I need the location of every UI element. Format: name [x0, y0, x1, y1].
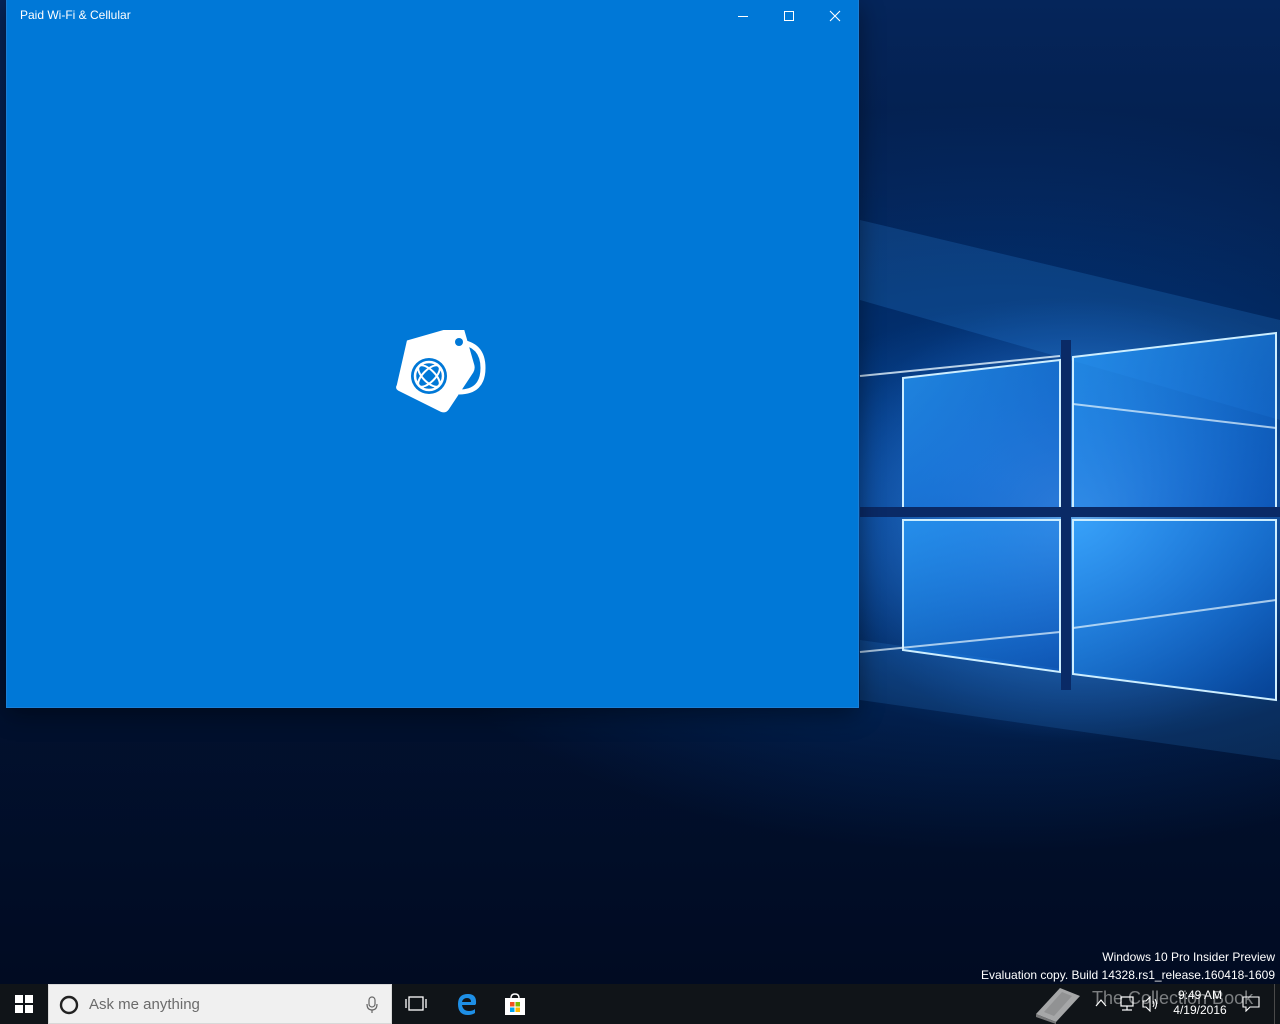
close-button[interactable]: [812, 0, 858, 31]
start-button[interactable]: [0, 984, 48, 1024]
minimize-icon: [738, 15, 748, 17]
windows-logo-icon: [15, 995, 33, 1013]
microphone-icon[interactable]: [365, 996, 379, 1014]
cortana-icon: [59, 995, 79, 1015]
title-bar[interactable]: Paid Wi-Fi & Cellular: [7, 0, 858, 31]
search-box[interactable]: Ask me anything: [48, 984, 392, 1024]
edge-icon: [458, 994, 477, 1015]
book-logo-icon: [1036, 988, 1080, 1024]
action-center-icon[interactable]: [1242, 996, 1260, 1012]
chevron-up-icon[interactable]: [1094, 996, 1108, 1010]
show-desktop-button[interactable]: [1274, 984, 1280, 1024]
edge-button[interactable]: [443, 984, 491, 1024]
task-view-button[interactable]: [392, 984, 440, 1024]
window-title: Paid Wi-Fi & Cellular: [20, 8, 131, 22]
minimize-button[interactable]: [720, 0, 766, 31]
maximize-icon: [784, 10, 794, 21]
close-icon: [829, 10, 841, 21]
clock[interactable]: 9:49 AM 4/19/2016: [1166, 988, 1234, 1018]
watermark-edition: Windows 10 Pro Insider Preview: [1102, 950, 1275, 964]
task-view-icon: [405, 996, 427, 1011]
taskbar: Ask me anything The Collection Book 9:49…: [0, 984, 1280, 1024]
network-icon[interactable]: [1118, 996, 1136, 1012]
clock-time: 9:49 AM: [1177, 988, 1223, 1002]
paid-wifi-tag-icon: [396, 330, 486, 413]
app-window: Paid Wi-Fi & Cellular: [7, 0, 858, 707]
volume-icon[interactable]: [1142, 996, 1160, 1012]
search-placeholder: Ask me anything: [89, 996, 200, 1013]
store-icon: [505, 993, 525, 1015]
maximize-button[interactable]: [766, 0, 812, 31]
system-tray: The Collection Book 9:49 AM 4/19/2016: [1030, 984, 1280, 1024]
store-button[interactable]: [491, 984, 539, 1024]
watermark-build: Evaluation copy. Build 14328.rs1_release…: [981, 968, 1275, 982]
clock-date: 4/19/2016: [1173, 1003, 1227, 1017]
